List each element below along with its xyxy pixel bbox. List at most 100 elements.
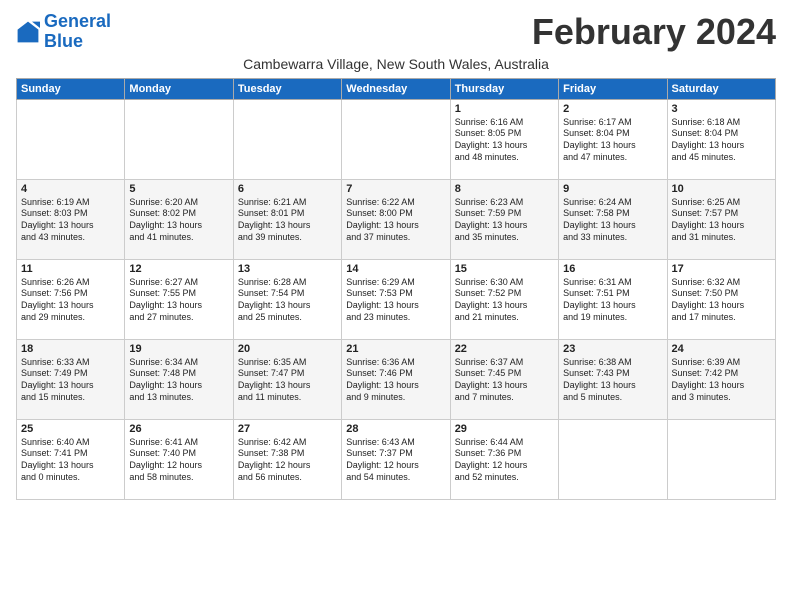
day-number: 6	[238, 183, 337, 195]
day-number: 29	[455, 423, 554, 435]
calendar-cell: 18Sunrise: 6:33 AMSunset: 7:49 PMDayligh…	[17, 339, 125, 419]
day-info: Daylight: 13 hours	[455, 220, 554, 232]
calendar-cell: 15Sunrise: 6:30 AMSunset: 7:52 PMDayligh…	[450, 259, 558, 339]
calendar-cell: 16Sunrise: 6:31 AMSunset: 7:51 PMDayligh…	[559, 259, 667, 339]
title-block: February 2024	[532, 12, 776, 52]
calendar-cell: 9Sunrise: 6:24 AMSunset: 7:58 PMDaylight…	[559, 179, 667, 259]
day-info: Sunset: 7:42 PM	[672, 368, 771, 380]
day-number: 21	[346, 343, 445, 355]
calendar-cell: 27Sunrise: 6:42 AMSunset: 7:38 PMDayligh…	[233, 419, 341, 499]
day-number: 14	[346, 263, 445, 275]
day-info: Sunset: 7:50 PM	[672, 288, 771, 300]
calendar-cell: 10 Sunrise: 6:25 AMSunset: 7:57 PMDayligh…	[667, 179, 775, 259]
day-number: 17	[672, 263, 771, 275]
day-info: and 54 minutes.	[346, 472, 445, 484]
calendar-cell: 1Sunrise: 6:16 AMSunset: 8:05 PMDaylight…	[450, 99, 558, 179]
day-info: and 27 minutes.	[129, 312, 228, 324]
day-info: Sunset: 7:38 PM	[238, 448, 337, 460]
day-info: and 41 minutes.	[129, 232, 228, 244]
day-info: Sunrise: 6:32 AM	[672, 277, 771, 289]
header-row: SundayMondayTuesdayWednesdayThursdayFrid…	[17, 78, 776, 99]
calendar-cell	[17, 99, 125, 179]
day-info: Sunset: 7:52 PM	[455, 288, 554, 300]
calendar-cell: 5Sunrise: 6:20 AMSunset: 8:02 PMDaylight…	[125, 179, 233, 259]
day-info: and 17 minutes.	[672, 312, 771, 324]
day-info: Daylight: 13 hours	[672, 380, 771, 392]
day-info: Sunset: 7:55 PM	[129, 288, 228, 300]
day-info: Sunrise: 6:21 AM	[238, 197, 337, 209]
day-info: Sunset: 7:51 PM	[563, 288, 662, 300]
day-info: and 5 minutes.	[563, 392, 662, 404]
day-header-friday: Friday	[559, 78, 667, 99]
header: General Blue February 2024	[16, 12, 776, 52]
day-info: and 47 minutes.	[563, 152, 662, 164]
day-header-saturday: Saturday	[667, 78, 775, 99]
day-number: 19	[129, 343, 228, 355]
day-header-thursday: Thursday	[450, 78, 558, 99]
calendar-cell: 4Sunrise: 6:19 AMSunset: 8:03 PMDaylight…	[17, 179, 125, 259]
day-info: Sunrise: 6:43 AM	[346, 437, 445, 449]
day-info: Sunrise: 6:41 AM	[129, 437, 228, 449]
day-header-monday: Monday	[125, 78, 233, 99]
day-info: Daylight: 13 hours	[346, 380, 445, 392]
day-info: Daylight: 13 hours	[455, 140, 554, 152]
day-info: Daylight: 13 hours	[21, 300, 120, 312]
day-info: Sunrise: 6:39 AM	[672, 357, 771, 369]
day-info: Sunset: 8:00 PM	[346, 208, 445, 220]
day-info: Sunrise: 6:31 AM	[563, 277, 662, 289]
day-number: 10	[672, 183, 771, 195]
week-row-2: 4Sunrise: 6:19 AMSunset: 8:03 PMDaylight…	[17, 179, 776, 259]
day-number: 7	[346, 183, 445, 195]
calendar-cell	[667, 419, 775, 499]
day-info: and 33 minutes.	[563, 232, 662, 244]
day-info: and 39 minutes.	[238, 232, 337, 244]
day-info: Sunrise: 6:35 AM	[238, 357, 337, 369]
day-info: Daylight: 13 hours	[455, 300, 554, 312]
logo: General Blue	[16, 12, 111, 52]
day-info: and 35 minutes.	[455, 232, 554, 244]
day-info: Sunset: 8:02 PM	[129, 208, 228, 220]
calendar-cell: 25Sunrise: 6:40 AMSunset: 7:41 PMDayligh…	[17, 419, 125, 499]
day-number: 5	[129, 183, 228, 195]
day-info: Daylight: 12 hours	[129, 460, 228, 472]
calendar-cell: 28Sunrise: 6:43 AMSunset: 7:37 PMDayligh…	[342, 419, 450, 499]
day-info: Daylight: 13 hours	[672, 300, 771, 312]
logo-icon	[16, 20, 40, 44]
day-info: Daylight: 13 hours	[672, 220, 771, 232]
day-info: Sunset: 7:57 PM	[672, 208, 771, 220]
day-info: and 58 minutes.	[129, 472, 228, 484]
day-info: and 9 minutes.	[346, 392, 445, 404]
day-info: Sunset: 7:49 PM	[21, 368, 120, 380]
day-number: 24	[672, 343, 771, 355]
day-info: and 0 minutes.	[21, 472, 120, 484]
day-info: Sunset: 7:58 PM	[563, 208, 662, 220]
day-number: 4	[21, 183, 120, 195]
day-number: 26	[129, 423, 228, 435]
day-info: Sunrise: 6:30 AM	[455, 277, 554, 289]
day-info: Sunrise: 6:25 AM	[672, 197, 771, 209]
calendar-cell: 29Sunrise: 6:44 AMSunset: 7:36 PMDayligh…	[450, 419, 558, 499]
day-number: 22	[455, 343, 554, 355]
day-info: Daylight: 13 hours	[21, 220, 120, 232]
calendar-cell	[342, 99, 450, 179]
day-header-wednesday: Wednesday	[342, 78, 450, 99]
calendar-cell: 8Sunrise: 6:23 AMSunset: 7:59 PMDaylight…	[450, 179, 558, 259]
day-info: Sunset: 8:03 PM	[21, 208, 120, 220]
day-info: Sunset: 7:40 PM	[129, 448, 228, 460]
day-info: Daylight: 13 hours	[672, 140, 771, 152]
day-info: Sunset: 8:04 PM	[563, 128, 662, 140]
day-info: Sunset: 7:41 PM	[21, 448, 120, 460]
calendar-cell	[559, 419, 667, 499]
day-info: Daylight: 13 hours	[563, 140, 662, 152]
day-info: Sunset: 7:56 PM	[21, 288, 120, 300]
week-row-5: 25Sunrise: 6:40 AMSunset: 7:41 PMDayligh…	[17, 419, 776, 499]
calendar-cell: 14Sunrise: 6:29 AMSunset: 7:53 PMDayligh…	[342, 259, 450, 339]
day-info: Daylight: 13 hours	[129, 220, 228, 232]
location: Cambewarra Village, New South Wales, Aus…	[16, 56, 776, 72]
day-info: and 48 minutes.	[455, 152, 554, 164]
day-info: Sunset: 8:04 PM	[672, 128, 771, 140]
day-info: Sunrise: 6:44 AM	[455, 437, 554, 449]
day-info: Sunrise: 6:27 AM	[129, 277, 228, 289]
day-info: Daylight: 12 hours	[455, 460, 554, 472]
day-info: Sunrise: 6:24 AM	[563, 197, 662, 209]
